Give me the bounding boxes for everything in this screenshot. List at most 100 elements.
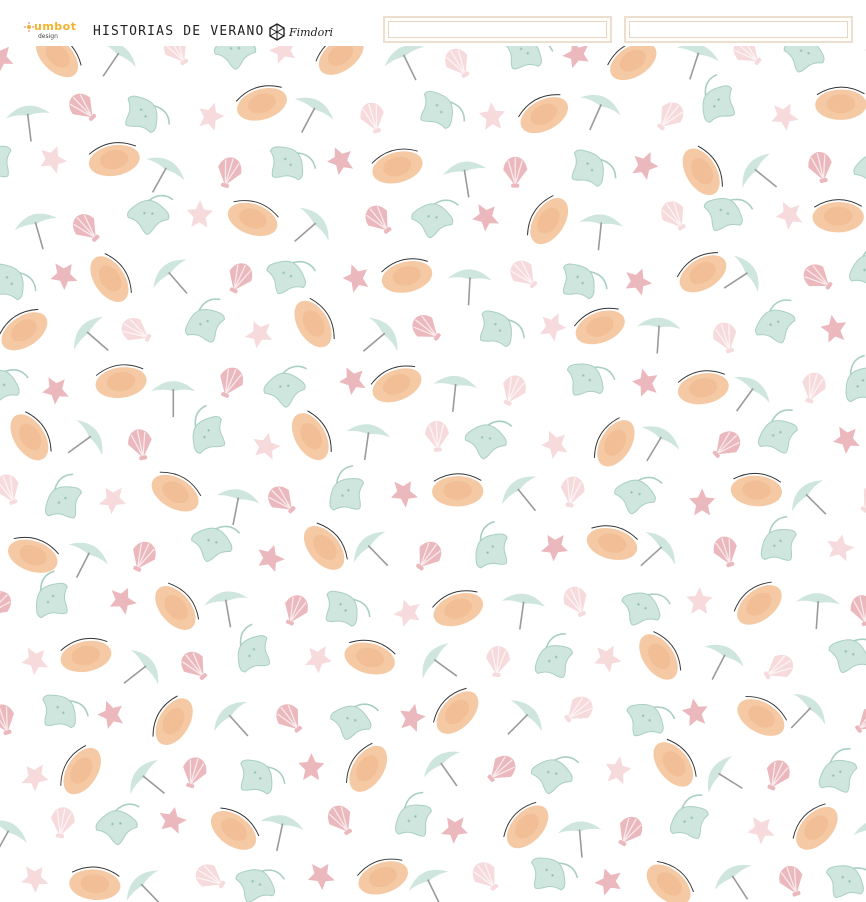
- seashell-icon: [63, 87, 104, 128]
- beach-umbrella-icon: [84, 46, 143, 90]
- stingray-icon: [176, 295, 236, 351]
- stingray-icon: [688, 71, 748, 133]
- sun-hat-icon: [426, 681, 487, 743]
- starfish-icon: [478, 101, 507, 131]
- beach-umbrella-icon: [568, 87, 626, 140]
- seashell-icon: [708, 318, 743, 357]
- starfish-icon: [0, 46, 18, 75]
- starfish-icon: [587, 638, 626, 676]
- seashell-icon: [483, 644, 512, 679]
- beach-umbrella-icon: [206, 693, 266, 752]
- beach-umbrella-icon: [281, 89, 339, 144]
- seashell-icon: [408, 535, 448, 577]
- beach-umbrella-icon: [497, 590, 548, 634]
- logo-subtext: design: [38, 33, 58, 40]
- starfish-icon: [559, 46, 597, 73]
- beach-umbrella-icon: [699, 749, 755, 808]
- seashell-icon: [610, 811, 648, 852]
- starfish-icon: [396, 700, 428, 733]
- beach-umbrella-icon: [491, 692, 550, 751]
- seashell-icon: [796, 368, 830, 407]
- seashell-icon: [124, 536, 161, 577]
- starfish-icon: [17, 757, 54, 795]
- stingray-icon: [260, 364, 312, 411]
- stingray-icon: [113, 84, 173, 146]
- stingray-icon: [494, 46, 556, 83]
- seashell-icon: [481, 749, 522, 790]
- starfish-icon: [537, 425, 572, 461]
- stingray-icon: [316, 462, 379, 524]
- seashell-icon: [847, 592, 866, 629]
- stingray-icon: [747, 296, 806, 352]
- stingray-icon: [0, 252, 40, 314]
- beach-umbrella-icon: [403, 861, 461, 902]
- sun-hat-icon: [56, 633, 115, 677]
- sun-hat-icon: [586, 411, 643, 474]
- stingray-icon: [610, 469, 664, 520]
- stingray-icon: [212, 46, 261, 71]
- stingray-icon: [258, 248, 318, 305]
- seashell-icon: [504, 254, 545, 295]
- label-field-2[interactable]: [624, 16, 853, 43]
- sun-hat-icon: [352, 852, 413, 902]
- seashell-icon: [177, 753, 211, 792]
- sun-hat-icon: [377, 253, 436, 298]
- label-field-1[interactable]: [383, 16, 612, 43]
- seashell-icon: [116, 312, 157, 350]
- stingray-icon: [325, 695, 381, 747]
- beach-umbrella-icon: [56, 534, 114, 589]
- seashell-icon: [758, 649, 799, 688]
- brand-logo: Fimdori: [268, 22, 333, 42]
- summer-pattern: [0, 46, 866, 902]
- starfish-icon: [298, 752, 325, 781]
- seashell-icon: [270, 698, 310, 739]
- starfish-icon: [266, 46, 304, 68]
- seashell-icon: [848, 701, 866, 741]
- sun-hat-icon: [2, 405, 59, 468]
- seashell-icon: [466, 856, 506, 897]
- beach-umbrella-icon: [691, 636, 749, 691]
- stingray-icon: [408, 194, 460, 242]
- seashell-icon: [0, 584, 18, 626]
- beach-umbrella-icon: [430, 372, 480, 415]
- beach-umbrella-icon: [54, 413, 112, 472]
- seashell-icon: [705, 425, 747, 466]
- beach-umbrella-icon: [850, 814, 866, 862]
- beach-umbrella-icon: [254, 810, 307, 857]
- starfish-icon: [602, 753, 634, 786]
- sun-hat-icon: [340, 634, 400, 680]
- starfish-icon: [764, 96, 803, 134]
- seashell-icon: [649, 96, 690, 137]
- sun-hat-icon: [569, 301, 631, 352]
- stingray-icon: [185, 516, 242, 569]
- sun-hat-icon: [222, 193, 284, 243]
- seashell-icon: [262, 480, 303, 521]
- stingray-icon: [383, 788, 445, 849]
- starfish-icon: [250, 538, 288, 577]
- sun-hat-icon: [786, 797, 846, 858]
- starfish-icon: [300, 639, 337, 676]
- stingray-icon: [560, 138, 620, 200]
- starfish-icon: [384, 473, 422, 511]
- sun-hat-icon: [231, 79, 292, 127]
- beach-umbrella-icon: [121, 752, 180, 812]
- rumbot-logo: umbot design: [24, 20, 76, 44]
- seashell-icon: [158, 46, 197, 71]
- sun-hat-icon: [339, 737, 396, 800]
- stingray-icon: [850, 144, 866, 192]
- seashell-icon: [558, 581, 595, 622]
- sun-hat-icon: [512, 87, 575, 142]
- sun-hat-icon: [520, 189, 577, 252]
- sun-hat-icon: [496, 795, 557, 857]
- seashell-icon: [852, 478, 866, 519]
- beach-umbrella-icon: [494, 468, 554, 526]
- seashell-icon: [359, 199, 399, 241]
- starfish-icon: [339, 259, 373, 295]
- starfish-icon: [194, 98, 228, 133]
- beach-umbrella-icon: [201, 587, 253, 632]
- seashell-icon: [495, 370, 532, 411]
- seashell-icon: [774, 861, 810, 901]
- beach-umbrella-icon: [379, 46, 437, 91]
- stingray-icon: [313, 578, 374, 640]
- seashell-icon: [356, 98, 390, 137]
